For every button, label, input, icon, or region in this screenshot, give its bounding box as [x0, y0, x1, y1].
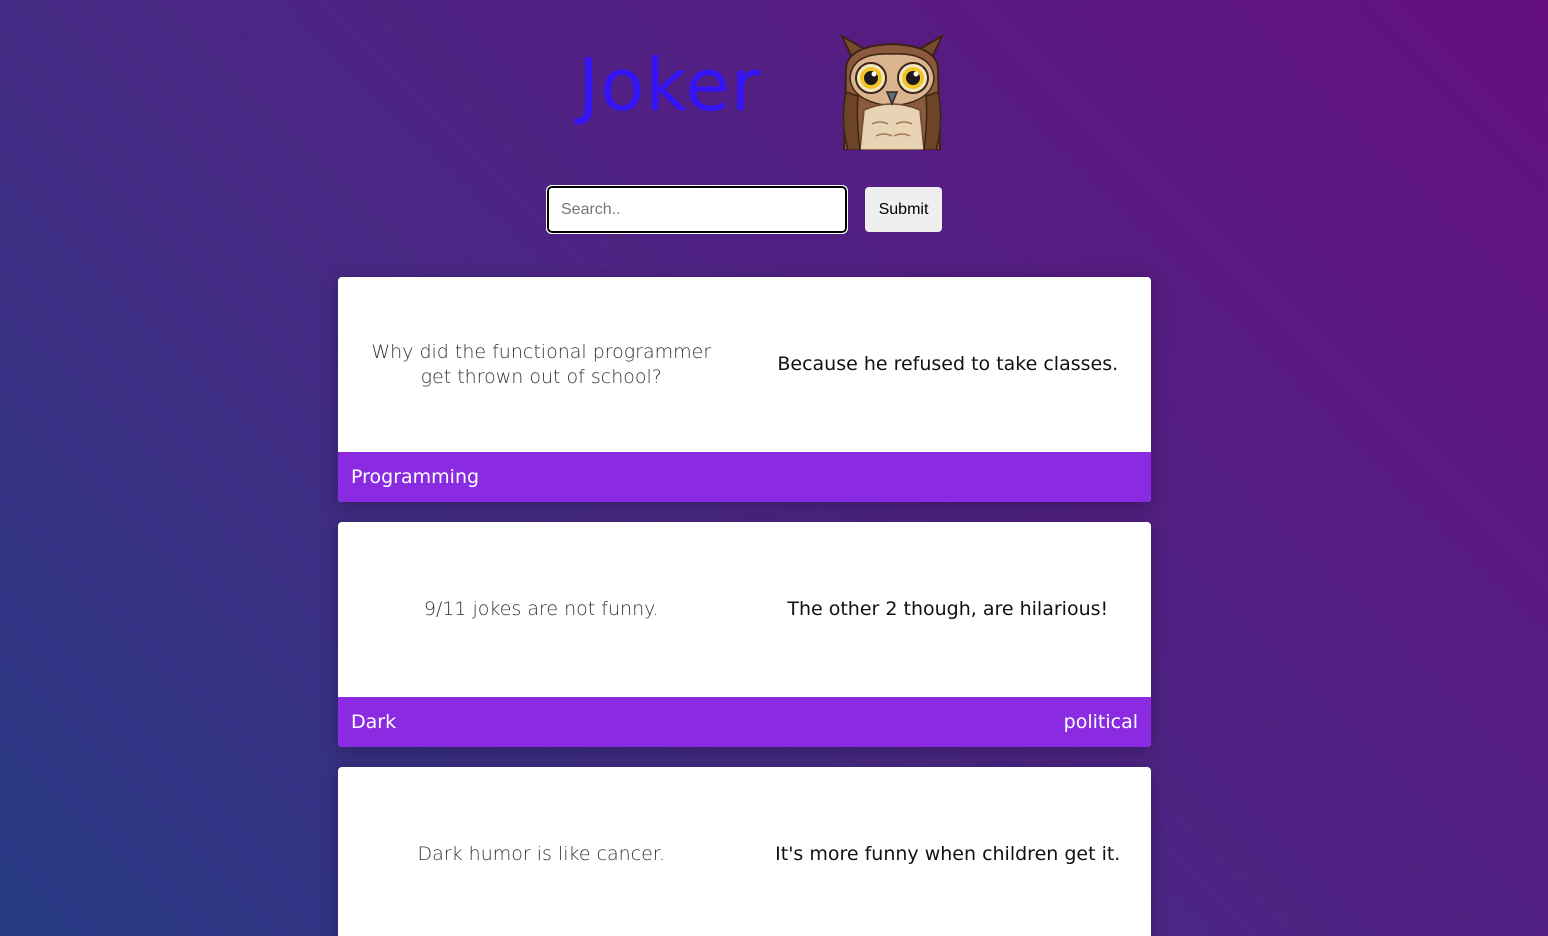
joke-card-body: Why did the functional programmer get th…: [338, 277, 1151, 452]
joke-tags: Dark political: [338, 697, 1151, 747]
joke-setup: Why did the functional programmer get th…: [371, 340, 712, 388]
joke-card-body: Dark humor is like cancer. It's more fun…: [338, 767, 1151, 936]
tag-political[interactable]: political: [1064, 711, 1138, 733]
tag-dark[interactable]: Dark: [351, 711, 396, 733]
joke-card: Dark humor is like cancer. It's more fun…: [338, 767, 1151, 936]
joke-setup: Dark humor is like cancer.: [417, 843, 665, 865]
joke-card-body: 9/11 jokes are not funny. The other 2 th…: [338, 522, 1151, 697]
search-input[interactable]: [546, 185, 848, 234]
joke-punchline: Because he refused to take classes.: [777, 353, 1119, 375]
joke-list: Why did the functional programmer get th…: [338, 277, 1151, 936]
page-title: Joker: [578, 43, 762, 127]
joke-punchline: It's more funny when children get it.: [775, 843, 1121, 865]
tag-programming[interactable]: Programming: [351, 466, 479, 488]
owl-icon: [839, 33, 945, 150]
submit-button[interactable]: Submit: [865, 187, 942, 232]
joke-tags: Programming: [338, 452, 1151, 502]
joke-setup: 9/11 jokes are not funny.: [423, 598, 659, 620]
joke-card: Why did the functional programmer get th…: [338, 277, 1151, 502]
search-bar: Submit: [0, 185, 1548, 234]
joke-punchline: The other 2 though, are hilarious!: [787, 598, 1109, 620]
joke-card: 9/11 jokes are not funny. The other 2 th…: [338, 522, 1151, 747]
header: Joker: [0, 30, 1548, 150]
